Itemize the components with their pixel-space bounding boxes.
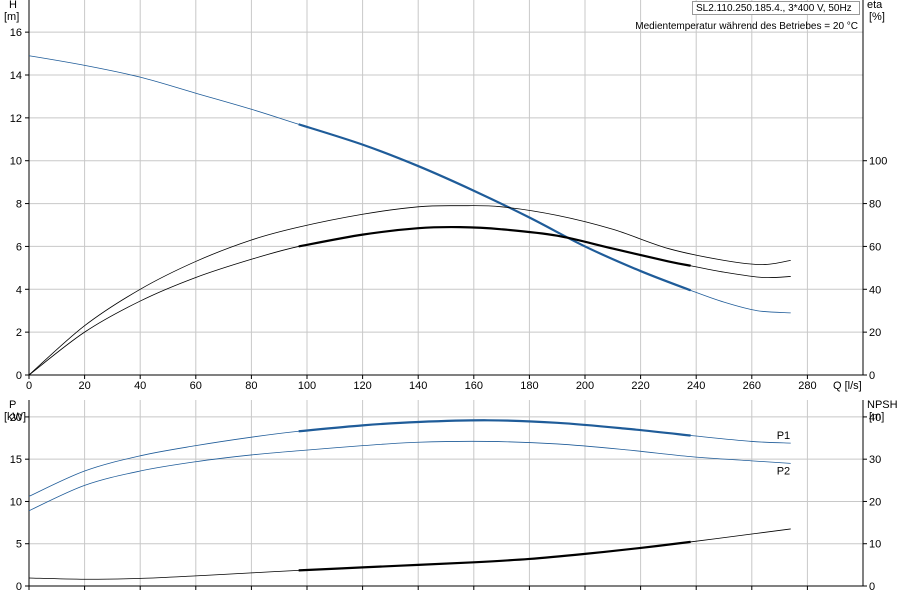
series-line-h	[28, 55, 791, 314]
left-tick-label: 16	[10, 27, 22, 39]
left-tick-label: 10	[10, 496, 22, 508]
pump-curve-chart: 0 20 40 60 80 100 120 140 160 180 200 220 240 260 280 Q…	[0, 0, 900, 600]
right-tick-label: 60	[869, 241, 881, 253]
x-tick-label: 260	[743, 380, 761, 392]
right-tick-label: 30	[869, 454, 881, 466]
x-tick-label: 100	[298, 380, 316, 392]
right-tick-label: 40	[869, 284, 881, 296]
x-tick-label: 40	[134, 380, 146, 392]
right-tick-label: 20	[869, 327, 881, 339]
x-axis-label: Q [l/s]	[833, 380, 862, 392]
right-tick-label: 100	[869, 156, 887, 168]
left-tick-label: 14	[10, 70, 22, 82]
series-line-npsh	[28, 528, 791, 580]
left-tick-label: 5	[16, 539, 22, 551]
left-tick-label: 8	[16, 199, 22, 211]
x-tick-label: 220	[631, 380, 649, 392]
right-axis-unit: [m]	[869, 411, 884, 423]
series-duty-range-h	[298, 123, 692, 292]
series-duty-range-p1	[298, 419, 691, 437]
left-tick-label: 10	[10, 156, 22, 168]
right-axis-title: eta	[867, 0, 883, 11]
left-tick-label: 0	[16, 581, 22, 593]
series-label-p1: P1	[777, 430, 790, 442]
right-tick-label: 0	[869, 581, 875, 593]
x-tick-label: 120	[353, 380, 371, 392]
x-tick-label: 180	[520, 380, 538, 392]
left-axis-title: P	[9, 399, 16, 411]
x-tick-label: 140	[409, 380, 427, 392]
left-axis-unit: [m]	[4, 11, 19, 23]
x-tick-label: 60	[190, 380, 202, 392]
series-duty-range-npsh	[298, 540, 691, 572]
left-axis-title: H	[9, 0, 17, 11]
x-tick-label: 240	[687, 380, 705, 392]
right-axis-title: NPSH	[867, 399, 898, 411]
x-tick-label: 280	[798, 380, 816, 392]
left-tick-label: 4	[16, 284, 22, 296]
chart-note: Medientemperatur während des Betriebes =…	[635, 21, 858, 32]
series-label-p2: P2	[777, 465, 790, 477]
chart-svg: 0 20 40 60 80 100 120 140 160 180 200 220 240 260 280 Q…	[4, 0, 898, 593]
right-tick-label: 20	[869, 496, 881, 508]
series-line-p2	[28, 440, 791, 512]
right-tick-label: 10	[869, 539, 881, 551]
series-line-p1	[28, 419, 791, 497]
series-line-eta	[28, 226, 791, 376]
x-tick-label: 20	[78, 380, 90, 392]
x-tick-label: 200	[576, 380, 594, 392]
left-tick-label: 0	[16, 370, 22, 382]
chart-title-box: SL2.110.250.185.4., 3*400 V, 50Hz	[692, 1, 860, 15]
x-tick-label: 160	[465, 380, 483, 392]
left-tick-label: 2	[16, 327, 22, 339]
series-line-eta_upper	[28, 205, 791, 376]
x-tick-label: 80	[245, 380, 257, 392]
left-tick-label: 6	[16, 241, 22, 253]
right-tick-label: 0	[869, 370, 875, 382]
right-tick-label: 80	[869, 199, 881, 211]
right-axis-unit: [%]	[869, 11, 885, 23]
left-axis-unit: [kW]	[4, 411, 26, 423]
x-tick-label: 0	[26, 380, 32, 392]
left-tick-label: 12	[10, 113, 22, 125]
left-tick-label: 15	[10, 454, 22, 466]
